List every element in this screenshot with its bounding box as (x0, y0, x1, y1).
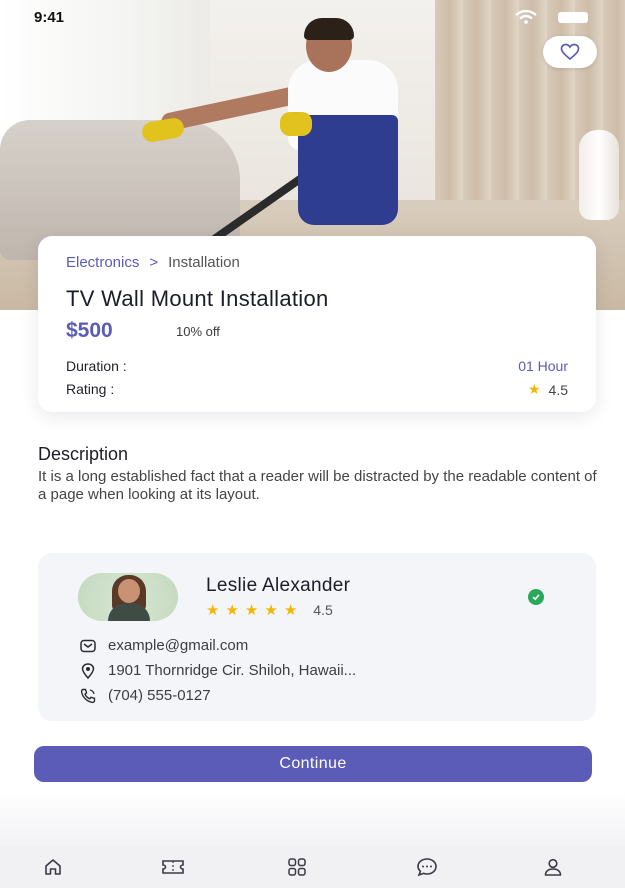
battery-icon (558, 12, 588, 23)
ticket-icon[interactable] (160, 856, 186, 878)
star-icon: ★ (244, 602, 259, 619)
star-icon: ★ (225, 602, 239, 619)
avatar[interactable] (78, 573, 178, 621)
star-icon: ★ (264, 602, 278, 619)
heart-icon (560, 43, 580, 61)
rating-value: 4.5 (548, 381, 568, 398)
service-detail-screen: 9:41 Electronics > Installation TV Wall … (0, 0, 625, 888)
provider-rating: ★ ★ ★ ★ ★ 4.5 (206, 601, 333, 619)
home-icon[interactable] (40, 856, 66, 878)
provider-name: Leslie Alexander (206, 575, 351, 596)
phone-icon (80, 688, 96, 704)
provider-address-row[interactable]: 1901 Thornridge Cir. Shiloh, Hawaii... (80, 662, 356, 679)
breadcrumb-separator: > (149, 254, 159, 271)
favorite-button[interactable] (543, 36, 597, 68)
bottom-nav (0, 846, 625, 888)
cleaner-person (140, 18, 430, 240)
breadcrumb-subcategory: Installation (168, 254, 240, 271)
service-price: $500 (66, 319, 113, 342)
service-title: TV Wall Mount Installation (66, 286, 329, 311)
provider-card: Leslie Alexander ★ ★ ★ ★ ★ 4.5 example@g… (38, 553, 596, 721)
rating-label: Rating : (66, 381, 115, 397)
status-bar: 9:41 (0, 0, 625, 34)
location-icon (80, 662, 96, 679)
provider-phone: (704) 555-0127 (108, 687, 211, 704)
service-info-card: Electronics > Installation TV Wall Mount… (38, 236, 596, 412)
provider-email-row[interactable]: example@gmail.com (80, 637, 248, 654)
star-icon: ★ (283, 602, 298, 619)
rating-value-group: ★ 4.5 (528, 381, 568, 398)
bottom-fade (0, 790, 625, 846)
breadcrumb-category[interactable]: Electronics (66, 254, 139, 271)
verified-badge-icon (528, 589, 544, 605)
provider-address: 1901 Thornridge Cir. Shiloh, Hawaii... (108, 662, 357, 679)
breadcrumb: Electronics > Installation (66, 254, 240, 271)
star-icon: ★ (206, 602, 220, 619)
provider-rating-value: 4.5 (313, 602, 333, 618)
wifi-icon (515, 10, 537, 24)
duration-value: 01 Hour (518, 358, 568, 374)
description-text: It is a long established fact that a rea… (38, 468, 597, 503)
mail-icon (80, 638, 96, 654)
description-title: Description (38, 444, 129, 464)
provider-email: example@gmail.com (108, 637, 249, 654)
chat-icon[interactable] (414, 856, 440, 878)
star-icon: ★ (527, 381, 541, 397)
discount-label: 10% off (176, 324, 220, 339)
continue-button[interactable]: Continue (34, 746, 592, 782)
profile-icon[interactable] (540, 856, 566, 878)
duration-label: Duration : (66, 358, 127, 374)
grid-icon[interactable] (284, 856, 310, 878)
status-time: 9:41 (34, 9, 65, 26)
vase (579, 130, 619, 220)
provider-phone-row[interactable]: (704) 555-0127 (80, 687, 211, 704)
